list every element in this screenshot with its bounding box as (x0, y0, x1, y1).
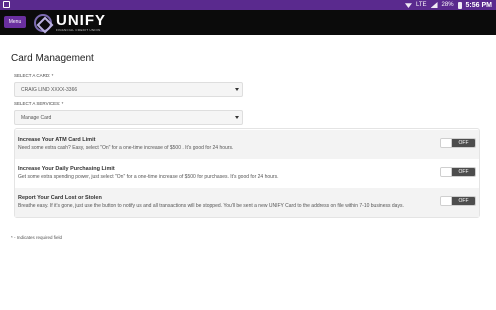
service-title: Increase Your Daily Purchasing Limit (18, 166, 115, 172)
atm-limit-toggle[interactable]: OFF (440, 138, 476, 148)
service-row-lost-stolen: Report Your Card Lost or Stolen Breathe … (15, 188, 479, 217)
clock: 5:56 PM (465, 1, 492, 9)
unify-logo-icon (34, 13, 52, 32)
card-services-panel: Increase Your ATM Card Limit Need some e… (14, 128, 480, 218)
service-select[interactable]: Manage Card (14, 110, 243, 125)
menu-button[interactable]: Menu (4, 16, 26, 28)
chevron-down-icon (235, 116, 239, 119)
status-bar: LTE 28% 5:56 PM (0, 0, 496, 10)
toggle-state: OFF (452, 168, 475, 176)
wifi-icon (404, 3, 412, 8)
battery-icon (457, 1, 462, 9)
service-title: Report Your Card Lost or Stolen (18, 195, 102, 201)
screenshot-icon (3, 1, 10, 8)
page-title: Card Management (11, 53, 94, 64)
purchase-limit-toggle[interactable]: OFF (440, 167, 476, 177)
logo-subtitle: FINANCIAL CREDIT UNION (56, 28, 101, 32)
required-field-note: * - Indicates required field (11, 235, 63, 240)
toggle-state: OFF (452, 197, 475, 205)
service-select-value: Manage Card (21, 114, 52, 121)
toggle-knob (441, 139, 452, 147)
lost-stolen-toggle[interactable]: OFF (440, 196, 476, 206)
select-service-label: SELECT A SERVICES: * (14, 101, 64, 106)
toggle-knob (441, 168, 452, 176)
select-card-label: SELECT A CARD: * (14, 73, 54, 78)
app-header: Menu UNIFY FINANCIAL CREDIT UNION (0, 10, 496, 35)
service-description: Get some extra spending power, just sele… (18, 174, 279, 180)
chevron-down-icon (235, 88, 239, 91)
service-row-atm-limit: Increase Your ATM Card Limit Need some e… (15, 130, 479, 159)
status-indicators: LTE 28% 5:56 PM (404, 0, 492, 10)
unify-logo: UNIFY FINANCIAL CREDIT UNION (34, 12, 106, 33)
toggle-knob (441, 197, 452, 205)
signal-icon (430, 2, 438, 8)
logo-wordmark: UNIFY (56, 12, 106, 29)
battery-percent: 28% (441, 2, 454, 8)
card-select[interactable]: CRAIG LIND XXXX-3366 (14, 82, 243, 97)
service-title: Increase Your ATM Card Limit (18, 137, 96, 143)
service-description: Breathe easy. If it's gone, just use the… (18, 203, 404, 209)
service-description: Need some extra cash? Easy, select "On" … (18, 145, 234, 151)
service-row-purchase-limit: Increase Your Daily Purchasing Limit Get… (15, 159, 479, 188)
toggle-state: OFF (452, 139, 475, 147)
network-label: LTE (415, 2, 427, 8)
card-select-value: CRAIG LIND XXXX-3366 (21, 86, 78, 93)
